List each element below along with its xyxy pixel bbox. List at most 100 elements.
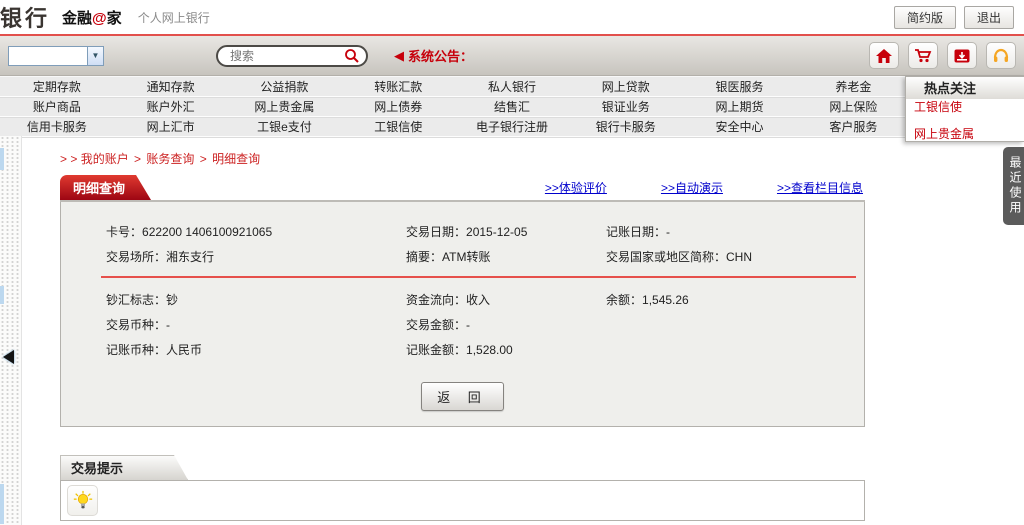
customer-service-button[interactable]	[986, 42, 1016, 69]
field-value: 1,528.00	[466, 343, 513, 357]
search-input[interactable]	[230, 49, 344, 63]
detail-link[interactable]: >>体验评价	[545, 179, 607, 196]
exit-button[interactable]: 退出	[964, 6, 1014, 29]
field-value: 622200 1406100921065	[142, 225, 272, 239]
tab-detail-query[interactable]: 明细查询	[60, 175, 151, 200]
splitter-mark	[0, 484, 4, 524]
inbox-download-button[interactable]	[947, 42, 977, 69]
menu-item[interactable]: 电子银行注册	[455, 118, 569, 135]
field-row: 钞汇标志：钞资金流向：收入余额：1,545.26	[61, 287, 864, 312]
menu-item[interactable]: 网上贷款	[569, 78, 683, 95]
field-row: 交易币种：-交易金额：-	[61, 312, 864, 337]
brand-post: 家	[107, 10, 122, 27]
search-icon[interactable]	[344, 48, 360, 64]
back-button[interactable]: 返 回	[421, 382, 504, 411]
hot-topics-panel: 热点关注 工银信使网上贵金属公益捐款	[905, 76, 1024, 142]
field-value: ATM转账	[442, 250, 490, 264]
collapse-left-icon[interactable]	[3, 350, 14, 364]
announcement-label: 系统公告：	[408, 46, 473, 65]
home-icon	[875, 48, 893, 64]
breadcrumb-prefix: > >	[60, 152, 81, 166]
menu-item[interactable]: 定期存款	[0, 78, 114, 95]
hot-panel-items: 工银信使网上贵金属公益捐款	[906, 93, 1024, 142]
menu-item[interactable]: 公益捐款	[228, 78, 342, 95]
field-label: 交易国家或地区简称：	[606, 250, 726, 264]
field-label: 摘要：	[406, 250, 442, 264]
top-header: 银行 金融@家 个人网上银行 简约版 退出	[0, 0, 1024, 36]
inbox-download-icon	[953, 48, 971, 64]
breadcrumb-separator: >	[196, 152, 210, 166]
field: 交易场所：湘东支行	[106, 248, 406, 265]
menu-row: 信用卡服务网上汇市工银e支付工银信使电子银行注册银行卡服务安全中心客户服务分行特…	[0, 117, 1024, 137]
menu-item[interactable]: 安全中心	[683, 118, 797, 135]
field-value: 湘东支行	[166, 250, 214, 264]
menu-item[interactable]: 客户服务	[796, 118, 910, 135]
toolbar-icons	[869, 42, 1016, 69]
field: 交易日期：2015-12-05	[406, 223, 606, 240]
menu-item[interactable]: 账户外汇	[114, 98, 228, 115]
cart-icon	[914, 48, 932, 64]
menu-item[interactable]: 工银e支付	[228, 118, 342, 135]
menu-item[interactable]: 网上保险	[796, 98, 910, 115]
brand-at-icon: @	[92, 10, 107, 27]
field-label: 资金流向：	[406, 293, 466, 307]
hot-panel-item[interactable]: 网上贵金属	[906, 120, 1024, 142]
menu-item[interactable]: 银行卡服务	[569, 118, 683, 135]
detail-link[interactable]: >>自动演示	[661, 179, 723, 196]
menu-item[interactable]: 工银信使	[341, 118, 455, 135]
menu-item[interactable]: 结售汇	[455, 98, 569, 115]
field: 交易币种：-	[106, 316, 406, 333]
menu-row: 定期存款通知存款公益捐款转账汇款私人银行网上贷款银医服务养老金社会保险	[0, 77, 1024, 97]
field-label: 交易场所：	[106, 250, 166, 264]
field-row: 记账币种：人民币记账金额：1,528.00	[61, 337, 864, 362]
button-row: 返 回	[61, 382, 864, 411]
field-label: 交易金额：	[406, 318, 466, 332]
field-label: 记账币种：	[106, 343, 166, 357]
simple-version-button[interactable]: 简约版	[894, 6, 956, 29]
bank-logo: 银行	[0, 1, 50, 33]
field-label: 记账日期：	[606, 225, 666, 239]
detail-tab-strip: 明细查询 >>体验评价>>自动演示>>查看栏目信息	[60, 180, 865, 202]
chevron-down-icon: ▼	[87, 47, 103, 65]
breadcrumb-item[interactable]: 明细查询	[212, 152, 260, 166]
field-value: 钞	[166, 293, 178, 307]
breadcrumb-item[interactable]: 我的账户	[81, 152, 129, 166]
menu-item[interactable]: 网上贵金属	[228, 98, 342, 115]
menu-item[interactable]: 账户商品	[0, 98, 114, 115]
menu-item[interactable]: 养老金	[796, 78, 910, 95]
field: 资金流向：收入	[406, 291, 606, 308]
field-value: 2015-12-05	[466, 225, 527, 239]
category-select[interactable]: ▼	[8, 46, 104, 66]
home-button[interactable]	[869, 42, 899, 69]
cart-button[interactable]	[908, 42, 938, 69]
menu-item[interactable]: 私人银行	[455, 78, 569, 95]
headset-icon	[992, 48, 1010, 64]
breadcrumb-item[interactable]: 账务查询	[146, 152, 194, 166]
field: 记账币种：人民币	[106, 341, 406, 358]
field: 摘要：ATM转账	[406, 248, 606, 265]
red-separator	[101, 276, 856, 278]
field-value: -	[666, 225, 670, 239]
detail-link[interactable]: >>查看栏目信息	[777, 179, 863, 196]
field-label: 钞汇标志：	[106, 293, 166, 307]
menu-item[interactable]: 银证业务	[569, 98, 683, 115]
field: 交易国家或地区简称：CHN	[606, 248, 864, 265]
field: 卡号：622200 1406100921065	[106, 223, 406, 240]
field-row: 卡号：622200 1406100921065交易日期：2015-12-05记账…	[61, 219, 864, 244]
menu-item[interactable]: 通知存款	[114, 78, 228, 95]
field-value: CHN	[726, 250, 752, 264]
menu-item[interactable]: 网上债券	[341, 98, 455, 115]
speaker-icon: ◀	[394, 48, 404, 64]
menu-item[interactable]: 网上期货	[683, 98, 797, 115]
frame-splitter[interactable]	[0, 136, 22, 525]
recently-used-tab[interactable]: 最近使用	[1003, 147, 1024, 225]
field: 记账金额：1,528.00	[406, 341, 606, 358]
hot-topics-title: 热点关注	[906, 77, 1024, 99]
field-label: 卡号：	[106, 225, 142, 239]
menu-item[interactable]: 转账汇款	[341, 78, 455, 95]
brand-pre: 金融	[62, 10, 92, 27]
field-value: 收入	[466, 293, 490, 307]
menu-item[interactable]: 信用卡服务	[0, 118, 114, 135]
menu-item[interactable]: 银医服务	[683, 78, 797, 95]
menu-item[interactable]: 网上汇市	[114, 118, 228, 135]
